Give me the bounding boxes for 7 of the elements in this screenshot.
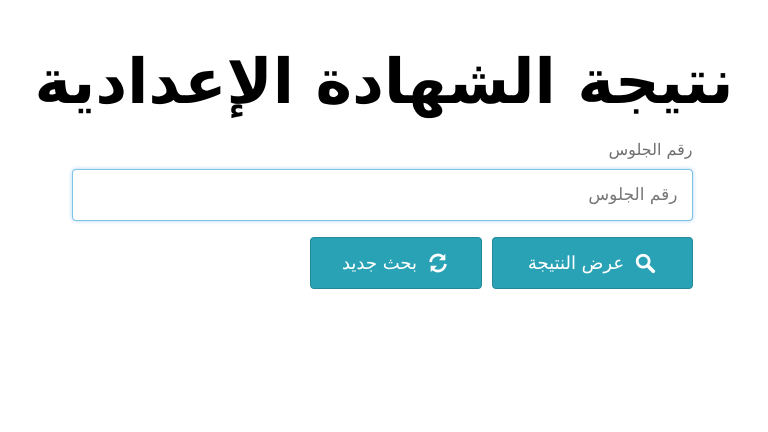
field-label: رقم الجلوس	[608, 140, 692, 160]
new-search-button[interactable]: بحث جديد	[310, 237, 482, 290]
page-title: نتيجة الشهادة الإعدادية	[34, 48, 734, 116]
search-icon	[634, 252, 656, 274]
seat-number-field[interactable]: رقم الجلوس	[72, 169, 692, 222]
refresh-icon	[427, 252, 450, 274]
show-result-button[interactable]: عرض النتيجة	[492, 237, 692, 290]
